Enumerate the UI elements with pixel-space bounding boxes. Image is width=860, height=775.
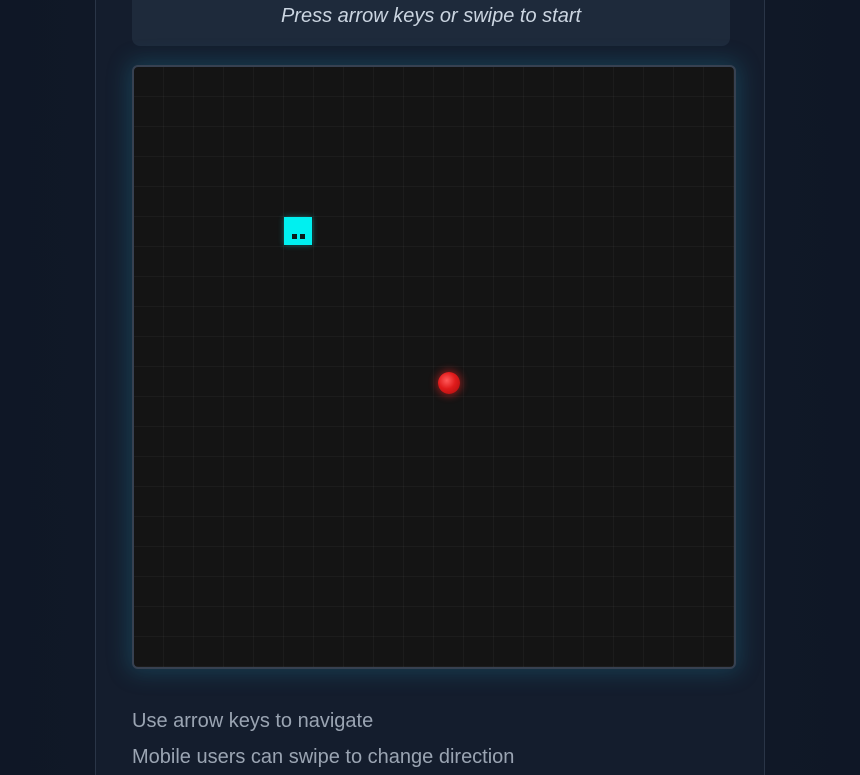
snake-eye-right [300, 234, 305, 239]
page: Press arrow keys or swipe to start Use a… [0, 0, 860, 775]
snake-eye-left [292, 234, 297, 239]
game-board[interactable] [132, 65, 736, 669]
status-message: Press arrow keys or swipe to start [280, 5, 582, 27]
status-panel: Press arrow keys or swipe to start [132, 0, 730, 46]
snake-head [284, 217, 312, 245]
board-grid [134, 67, 734, 667]
food-apple [438, 372, 460, 394]
instruction-mobile: Mobile users can swipe to change directi… [132, 746, 515, 768]
instruction-keyboard: Use arrow keys to navigate [132, 710, 374, 732]
